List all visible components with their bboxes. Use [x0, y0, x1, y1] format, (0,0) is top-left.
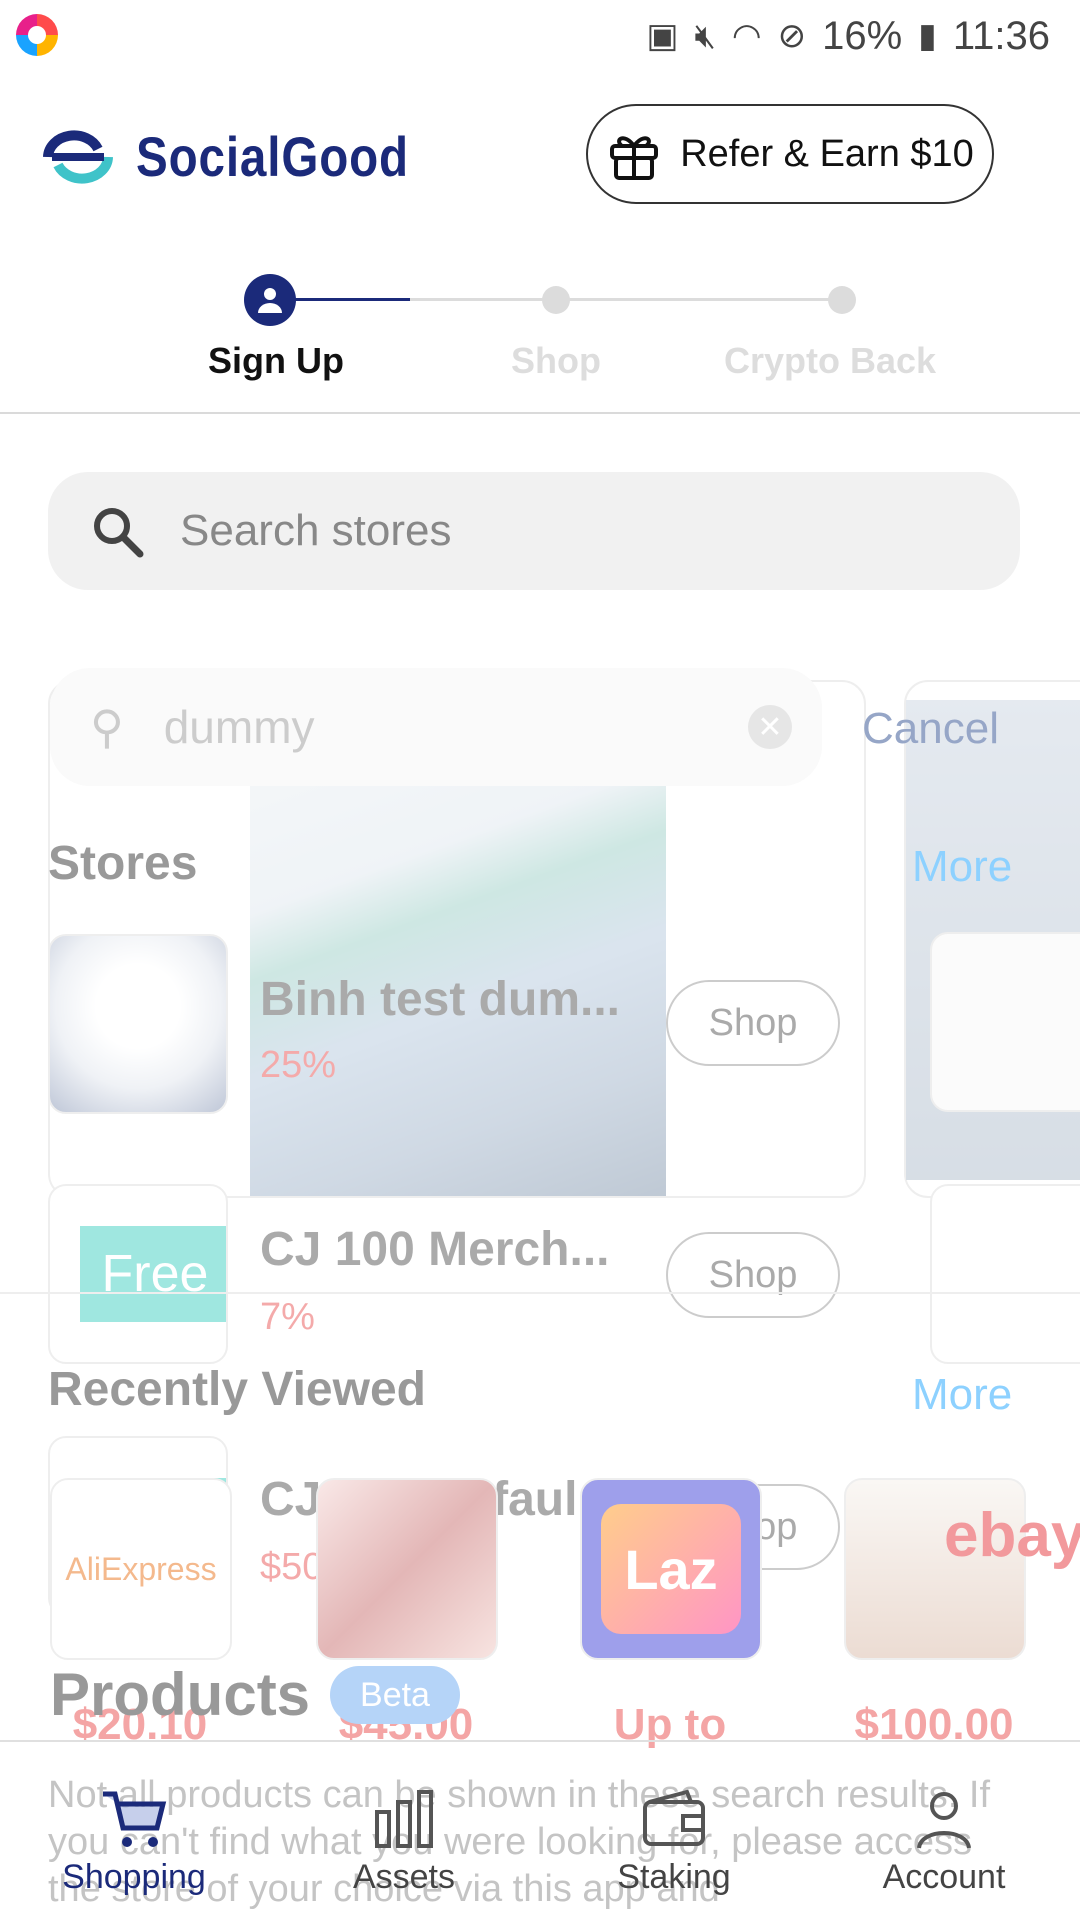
beta-badge: Beta	[330, 1666, 460, 1724]
lazada-logo-text: Laz	[601, 1504, 741, 1634]
step-label-signup: Sign Up	[208, 340, 344, 381]
search-stores-input[interactable]: Search stores	[48, 472, 1020, 590]
person-icon	[917, 1792, 971, 1849]
battery-icon: ▮	[918, 17, 937, 55]
step-line-pending	[410, 298, 850, 301]
store-name: CJ 100 Merch...	[260, 1223, 610, 1276]
step-label-shop: Shop	[511, 340, 601, 381]
product-thumb-lipstick[interactable]	[316, 1478, 498, 1660]
clear-search-icon[interactable]: ✕	[748, 705, 792, 749]
status-bar: ▣ 🔇︎ ◠ ⊘ 16% ▮ 11:36	[0, 0, 1080, 72]
nav-staking[interactable]: Staking	[564, 1788, 784, 1897]
nav-label: Account	[882, 1858, 1006, 1896]
stores-title: Stores	[48, 837, 198, 890]
clock: 11:36	[952, 13, 1050, 58]
step-crypto-marker	[828, 286, 856, 314]
recently-viewed-more-link[interactable]: More	[912, 1370, 1012, 1420]
products-title: Products	[50, 1661, 311, 1728]
store-thumb-free-shipping: Free	[48, 1184, 228, 1364]
nav-shopping[interactable]: Shopping	[24, 1788, 244, 1897]
bar-chart-icon	[375, 1790, 433, 1848]
mute-icon: 🔇︎	[694, 16, 716, 55]
step-shop-marker	[542, 286, 570, 314]
overlay-search-input[interactable]: ⚲ dummy ✕	[50, 668, 822, 786]
wifi-icon: ◠	[731, 17, 762, 55]
search-icon	[94, 508, 144, 558]
status-right: ▣ 🔇︎ ◠ ⊘ 16% ▮ 11:36	[646, 12, 1050, 60]
recently-viewed-title: Recently Viewed	[48, 1363, 426, 1416]
store-rate: 25%	[260, 1044, 337, 1086]
ebay-logo: ebay	[944, 1501, 1080, 1570]
onboarding-stepper: Sign Up Shop Crypto Back	[0, 270, 1080, 410]
overlay-divider	[0, 1292, 1080, 1294]
cancel-search-button[interactable]: Cancel	[862, 704, 999, 754]
socialgood-logo-icon	[43, 129, 113, 184]
shop-button[interactable]: Shop	[666, 1232, 840, 1318]
search-placeholder: Search stores	[180, 506, 452, 555]
nav-assets[interactable]: Assets	[294, 1788, 514, 1897]
nav-label: Shopping	[62, 1858, 206, 1896]
nav-account[interactable]: Account	[834, 1788, 1054, 1897]
free-shipping-badge: Free	[80, 1226, 226, 1322]
pig-icon	[930, 1184, 1080, 1364]
bottom-nav: Shopping Assets Staking Account	[0, 1740, 1080, 1922]
cart-icon	[103, 1791, 167, 1847]
nav-label: Staking	[617, 1858, 731, 1896]
store-rate: 7%	[260, 1296, 315, 1338]
shop-button[interactable]: Shop	[666, 980, 840, 1066]
aliexpress-logo[interactable]: AliExpress	[50, 1478, 232, 1660]
battery-percent: 16%	[822, 13, 903, 58]
refer-label: Refer & Earn $10	[680, 132, 974, 175]
header-divider	[0, 412, 1080, 414]
step-label-crypto-back: Crypto Back	[723, 340, 937, 381]
refer-earn-button[interactable]: Refer & Earn $10	[586, 104, 994, 204]
store-thumb-cat	[48, 934, 228, 1114]
lazada-logo[interactable]: Laz	[580, 1478, 762, 1660]
duck-icon	[930, 932, 1080, 1112]
do-not-disturb-icon: ⊘	[777, 17, 807, 55]
overlay-search-query: dummy	[163, 701, 315, 753]
battery-saver-icon: ▣	[646, 17, 679, 55]
app-notification-icon	[16, 14, 58, 56]
nav-label: Assets	[352, 1858, 456, 1896]
brand-name: SocialGood	[136, 125, 409, 188]
user-icon	[258, 288, 282, 313]
overlay-search-icon: ⚲	[90, 701, 124, 753]
brand-logo: SocialGood	[42, 124, 457, 189]
stores-more-link[interactable]: More	[912, 842, 1012, 892]
step-signup-marker	[244, 274, 296, 326]
gift-icon	[610, 136, 659, 180]
store-name: Binh test dum...	[260, 973, 620, 1026]
wallet-icon	[643, 1789, 705, 1846]
